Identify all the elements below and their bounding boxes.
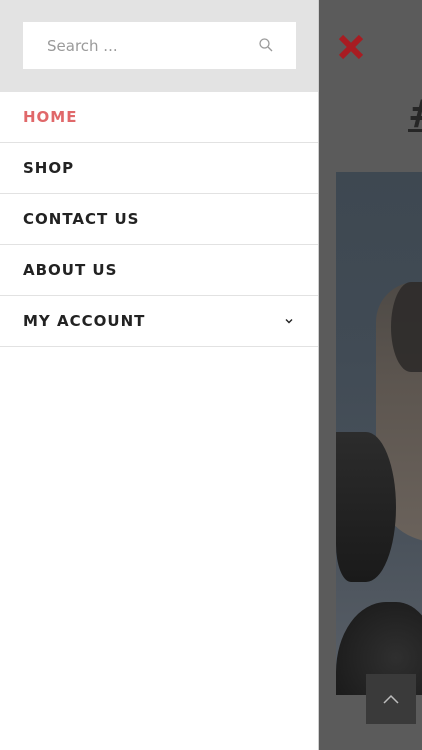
menu-item-label: CONTACT US (23, 210, 140, 228)
search-box[interactable] (23, 22, 296, 69)
side-drawer: HOME SHOP CONTACT US ABOUT US MY ACCOUNT (0, 0, 319, 750)
menu-item-label: SHOP (23, 159, 75, 177)
menu-item-label: HOME (23, 108, 78, 126)
main-menu: HOME SHOP CONTACT US ABOUT US MY ACCOUNT (0, 92, 318, 347)
menu-item-label: MY ACCOUNT (23, 312, 146, 330)
chevron-up-icon (383, 694, 399, 704)
scroll-to-top-button[interactable] (366, 674, 416, 724)
menu-item-contact-us[interactable]: CONTACT US (0, 194, 318, 245)
menu-item-label: ABOUT US (23, 261, 118, 279)
search-icon[interactable] (258, 37, 274, 53)
chevron-down-icon[interactable] (283, 315, 295, 327)
menu-item-about-us[interactable]: ABOUT US (0, 245, 318, 296)
menu-item-home[interactable]: HOME (0, 92, 318, 143)
menu-item-my-account[interactable]: MY ACCOUNT (0, 296, 318, 347)
search-input[interactable] (47, 36, 247, 55)
search-area (0, 0, 318, 92)
hero-image (336, 172, 422, 695)
menu-item-shop[interactable]: SHOP (0, 143, 318, 194)
close-icon[interactable] (336, 32, 366, 62)
page-title: # (408, 92, 422, 136)
